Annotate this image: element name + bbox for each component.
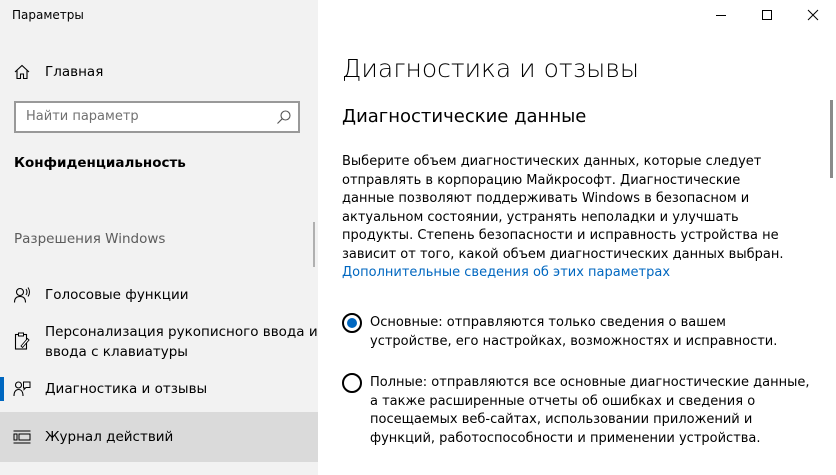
page-title: Диагностика и отзывы	[342, 54, 640, 83]
timeline-icon	[13, 428, 31, 446]
speech-icon	[13, 286, 31, 304]
home-icon	[13, 63, 31, 81]
sidebar-item-label-line1: Персонализация рукописного ввода и	[45, 324, 318, 340]
group-label: Разрешения Windows	[14, 231, 166, 247]
description-body: Выберите объем диагностических данных, к…	[342, 154, 784, 262]
description-text: Выберите объем диагностических данных, к…	[342, 153, 792, 283]
sidebar-item-home[interactable]: Главная	[0, 60, 318, 84]
maximize-button[interactable]	[744, 0, 790, 30]
radio-basic[interactable]	[342, 313, 362, 333]
sidebar-item-activity-history[interactable]: Журнал действий	[0, 412, 318, 462]
option-full-label: Полные: отправляются все основные диагно…	[370, 375, 810, 446]
feedback-icon	[13, 380, 31, 398]
sidebar-item-speech[interactable]: Голосовые функции	[0, 283, 318, 307]
search-placeholder: Найти параметр	[26, 109, 139, 124]
search-input[interactable]: Найти параметр	[14, 101, 300, 133]
main-scrollbar[interactable]	[830, 100, 833, 178]
sidebar-item-label: Журнал действий	[45, 429, 174, 445]
sidebar-item-label: Главная	[45, 64, 104, 80]
sidebar-item-diagnostics-feedback[interactable]: Диагностика и отзывы	[0, 377, 318, 401]
close-icon	[807, 6, 819, 25]
sidebar: Параметры Главная Найти параметр Конфиде…	[0, 0, 318, 475]
minimize-icon	[715, 6, 727, 25]
sidebar-item-label: Диагностика и отзывы	[45, 381, 208, 397]
close-button[interactable]	[790, 0, 836, 30]
section-subtitle: Диагностические данные	[342, 106, 587, 127]
radio-full[interactable]	[342, 373, 362, 393]
sidebar-item-label: Голосовые функции	[45, 287, 189, 303]
sidebar-item-label-line2: ввода с клавиатуры	[45, 344, 188, 360]
more-info-link[interactable]: Дополнительные сведения об этих параметр…	[342, 265, 670, 280]
section-title: Конфиденциальность	[14, 155, 186, 171]
sidebar-item-inking-typing[interactable]: Персонализация рукописного ввода и ввода…	[0, 320, 318, 364]
sidebar-scrollbar[interactable]	[313, 222, 315, 267]
minimize-button[interactable]	[698, 0, 744, 30]
window-title: Параметры	[12, 8, 84, 22]
option-basic-label: Основные: отправляются только сведения о…	[370, 315, 778, 349]
clipboard-pen-icon	[13, 332, 31, 350]
search-icon[interactable]	[276, 109, 292, 125]
maximize-icon	[761, 6, 773, 25]
